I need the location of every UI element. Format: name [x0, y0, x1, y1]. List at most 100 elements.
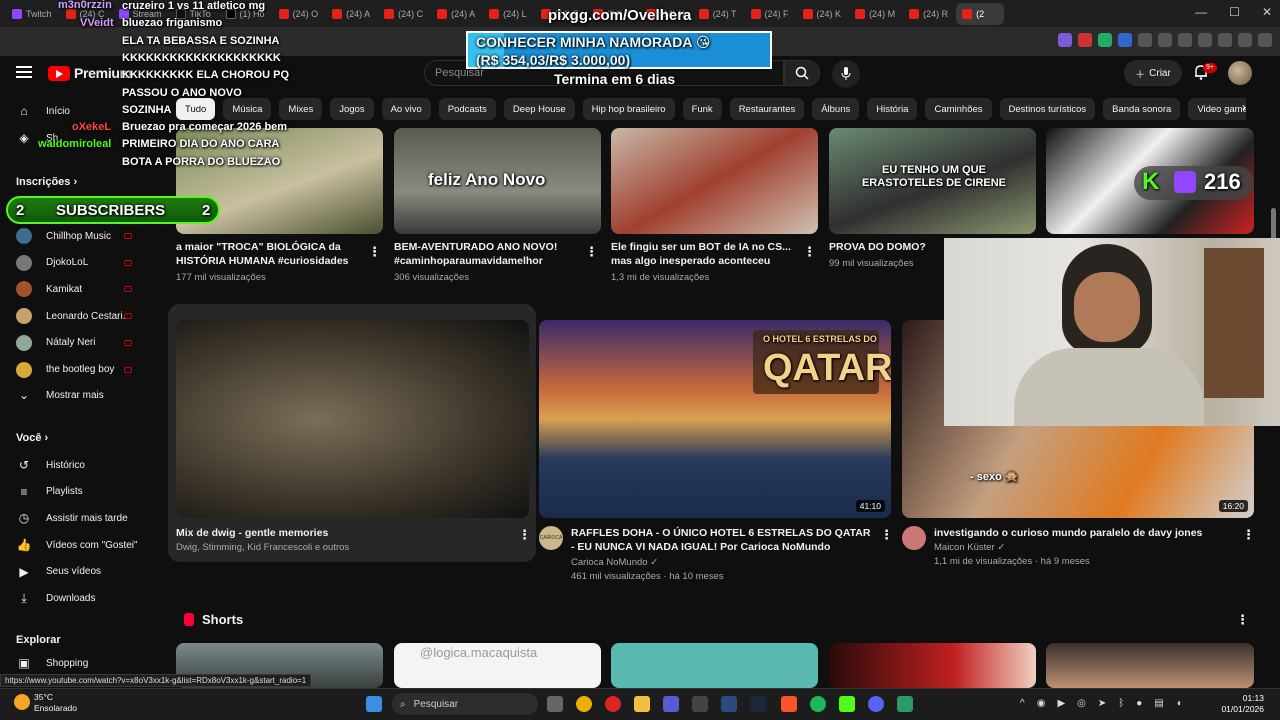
sidebar-show-more[interactable]: ⌄ Mostrar mais [16, 388, 104, 402]
video-title[interactable]: RAFFLES DOHA - O ÚNICO HOTEL 6 ESTRELAS … [571, 526, 876, 554]
browser-tab[interactable]: (24) A [431, 3, 481, 25]
browser-tab[interactable]: (24) C [378, 3, 429, 25]
discord-icon[interactable] [868, 696, 884, 712]
windows-start-icon[interactable] [366, 696, 382, 712]
menu-dots-icon[interactable] [1258, 33, 1272, 47]
browser-tab[interactable]: Twitch [6, 3, 58, 25]
browser-tab[interactable]: (24) A [326, 3, 376, 25]
kick-app-icon[interactable] [839, 696, 855, 712]
account-avatar[interactable] [1228, 61, 1252, 85]
more-options-icon[interactable]: ⋮ [1242, 527, 1255, 543]
music-icon[interactable] [1178, 33, 1192, 47]
more-options-icon[interactable]: ⋮ [368, 244, 381, 260]
browser-tab[interactable]: (24) F [745, 3, 795, 25]
filter-chip[interactable]: Tudo [176, 98, 216, 120]
shield-icon[interactable] [1238, 33, 1252, 47]
weather-widget[interactable]: 35°C Ensolarado [14, 692, 77, 714]
sidebar-subscriptions-heading[interactable]: Inscrições › [16, 176, 77, 188]
filter-chip[interactable]: Hip hop brasileiro [582, 98, 675, 120]
more-options-icon[interactable]: ⋮ [518, 527, 531, 543]
app-icon[interactable] [663, 696, 679, 712]
filter-chip[interactable]: Banda sonora [1103, 98, 1181, 120]
video-thumbnail[interactable]: feliz Ano Novo [394, 128, 601, 234]
video-title[interactable]: Mix de dwig - gentle memories [176, 526, 506, 540]
steam-icon[interactable] [750, 696, 766, 712]
more-options-icon[interactable]: ⋮ [880, 527, 893, 543]
video-title[interactable]: a maior "TROCA" BIOLÓGICA da HISTÓRIA HU… [176, 240, 364, 268]
channel-avatar[interactable] [902, 526, 926, 550]
sidebar-item[interactable]: ≡ Playlists [16, 485, 82, 499]
opera-icon[interactable] [605, 696, 621, 712]
app-icon[interactable] [897, 696, 913, 712]
video-title[interactable]: investigando o curioso mundo paralelo de… [934, 526, 1234, 540]
channel-avatar[interactable]: CARIOCA [539, 526, 563, 550]
tray-app-icon[interactable]: ◎ [1077, 698, 1086, 709]
tray-chevron-icon[interactable]: ^ [1020, 698, 1025, 709]
task-view-icon[interactable] [547, 696, 563, 712]
browser-tab[interactable]: (24) L [483, 3, 533, 25]
more-options-icon[interactable]: ⋮ [1236, 612, 1249, 628]
more-options-icon[interactable]: ⋮ [803, 244, 816, 260]
puzzle-icon[interactable] [1158, 33, 1172, 47]
short-thumbnail[interactable]: @logica.macaquista [394, 643, 601, 688]
create-button[interactable]: ＋ Criar [1124, 60, 1182, 86]
video-title[interactable]: Ele fingiu ser um BOT de IA no CS... mas… [611, 240, 791, 268]
video-thumbnail[interactable]: O HOTEL 6 ESTRELAS DO QATAR 41:10 [539, 320, 891, 518]
minimize-icon[interactable]: — [1195, 5, 1207, 19]
filter-chip[interactable]: Álbuns [812, 98, 860, 120]
chrome-icon[interactable] [576, 696, 592, 712]
browser-tab[interactable]: (2 [956, 2, 1005, 25]
filter-chip[interactable]: Mixes [279, 98, 323, 120]
filter-chip[interactable]: Caminhões [925, 98, 992, 120]
bluetooth-icon[interactable]: ᛒ [1118, 698, 1124, 709]
filter-chip[interactable]: Destinos turísticos [999, 98, 1096, 120]
search-button[interactable] [784, 60, 820, 86]
filter-chip[interactable]: Funk [682, 98, 722, 120]
browser-tab[interactable]: (24) O [273, 3, 325, 25]
channel-name[interactable]: Maicon Küster ✓ [934, 541, 1005, 555]
brave-icon[interactable] [781, 696, 797, 712]
sidebar-icon[interactable] [1198, 33, 1212, 47]
voice-search-button[interactable] [832, 60, 860, 88]
browser-tab[interactable]: (24) M [849, 3, 901, 25]
subscription-channel[interactable]: Leonardo Cestari... [16, 308, 131, 325]
volume-icon[interactable]: ◖ [1176, 698, 1182, 709]
sidebar-you-heading[interactable]: Você › [16, 432, 48, 444]
app-icon[interactable] [692, 696, 708, 712]
tray-app-icon[interactable]: ➤ [1098, 698, 1106, 709]
video-title[interactable]: BEM-AVENTURADO ANO NOVO! #caminhoparauma… [394, 240, 574, 268]
subscription-channel[interactable]: Nátaly Neri [16, 334, 95, 351]
extension-icon[interactable] [1058, 33, 1072, 47]
filter-chip[interactable]: Jogos [330, 98, 374, 120]
short-thumbnail[interactable] [829, 643, 1036, 688]
filter-chip[interactable]: História [867, 98, 918, 120]
browser-tab[interactable]: (24) K [797, 3, 848, 25]
filter-chip[interactable]: Música [223, 98, 272, 120]
extension-icon[interactable] [1078, 33, 1092, 47]
sidebar-item[interactable]: ▶ Seus vídeos [16, 565, 101, 579]
maximize-icon[interactable]: ☐ [1229, 5, 1240, 19]
filter-chip[interactable]: Podcasts [438, 98, 496, 120]
taskbar-search[interactable]: ⌕ Pesquisar [392, 693, 538, 715]
video-thumbnail[interactable]: EU TENHO UM QUE ERASTOTELES DE CIRENE [829, 128, 1036, 234]
browser-tab[interactable]: (24) T [693, 3, 743, 25]
subscription-channel[interactable]: Kamikat [16, 281, 82, 298]
extension-icon[interactable] [1098, 33, 1112, 47]
spotify-icon[interactable] [810, 696, 826, 712]
sidebar-item[interactable]: ⤓ Downloads [16, 591, 95, 606]
subscription-channel[interactable]: the bootleg boy [16, 361, 114, 378]
close-window-icon[interactable]: ✕ [1262, 5, 1272, 19]
mic-tray-icon[interactable]: ● [1136, 698, 1142, 709]
extension-icon[interactable] [1138, 33, 1152, 47]
filter-chip[interactable]: Restaurantes [729, 98, 805, 120]
extension-icon[interactable] [1118, 33, 1132, 47]
app-icon[interactable] [721, 696, 737, 712]
video-title[interactable]: PROVA DO DOMO? [829, 240, 944, 254]
filter-chip[interactable]: Ao vivo [381, 98, 431, 120]
subscription-channel[interactable]: DjokoLoL [16, 254, 88, 271]
network-icon[interactable]: ▤ [1154, 698, 1163, 709]
tray-app-icon[interactable]: ◉ [1037, 698, 1046, 709]
tray-app-icon[interactable]: ▶ [1057, 698, 1065, 709]
filter-chip[interactable]: Video games de est [1188, 98, 1246, 120]
short-thumbnail[interactable] [1046, 643, 1254, 688]
